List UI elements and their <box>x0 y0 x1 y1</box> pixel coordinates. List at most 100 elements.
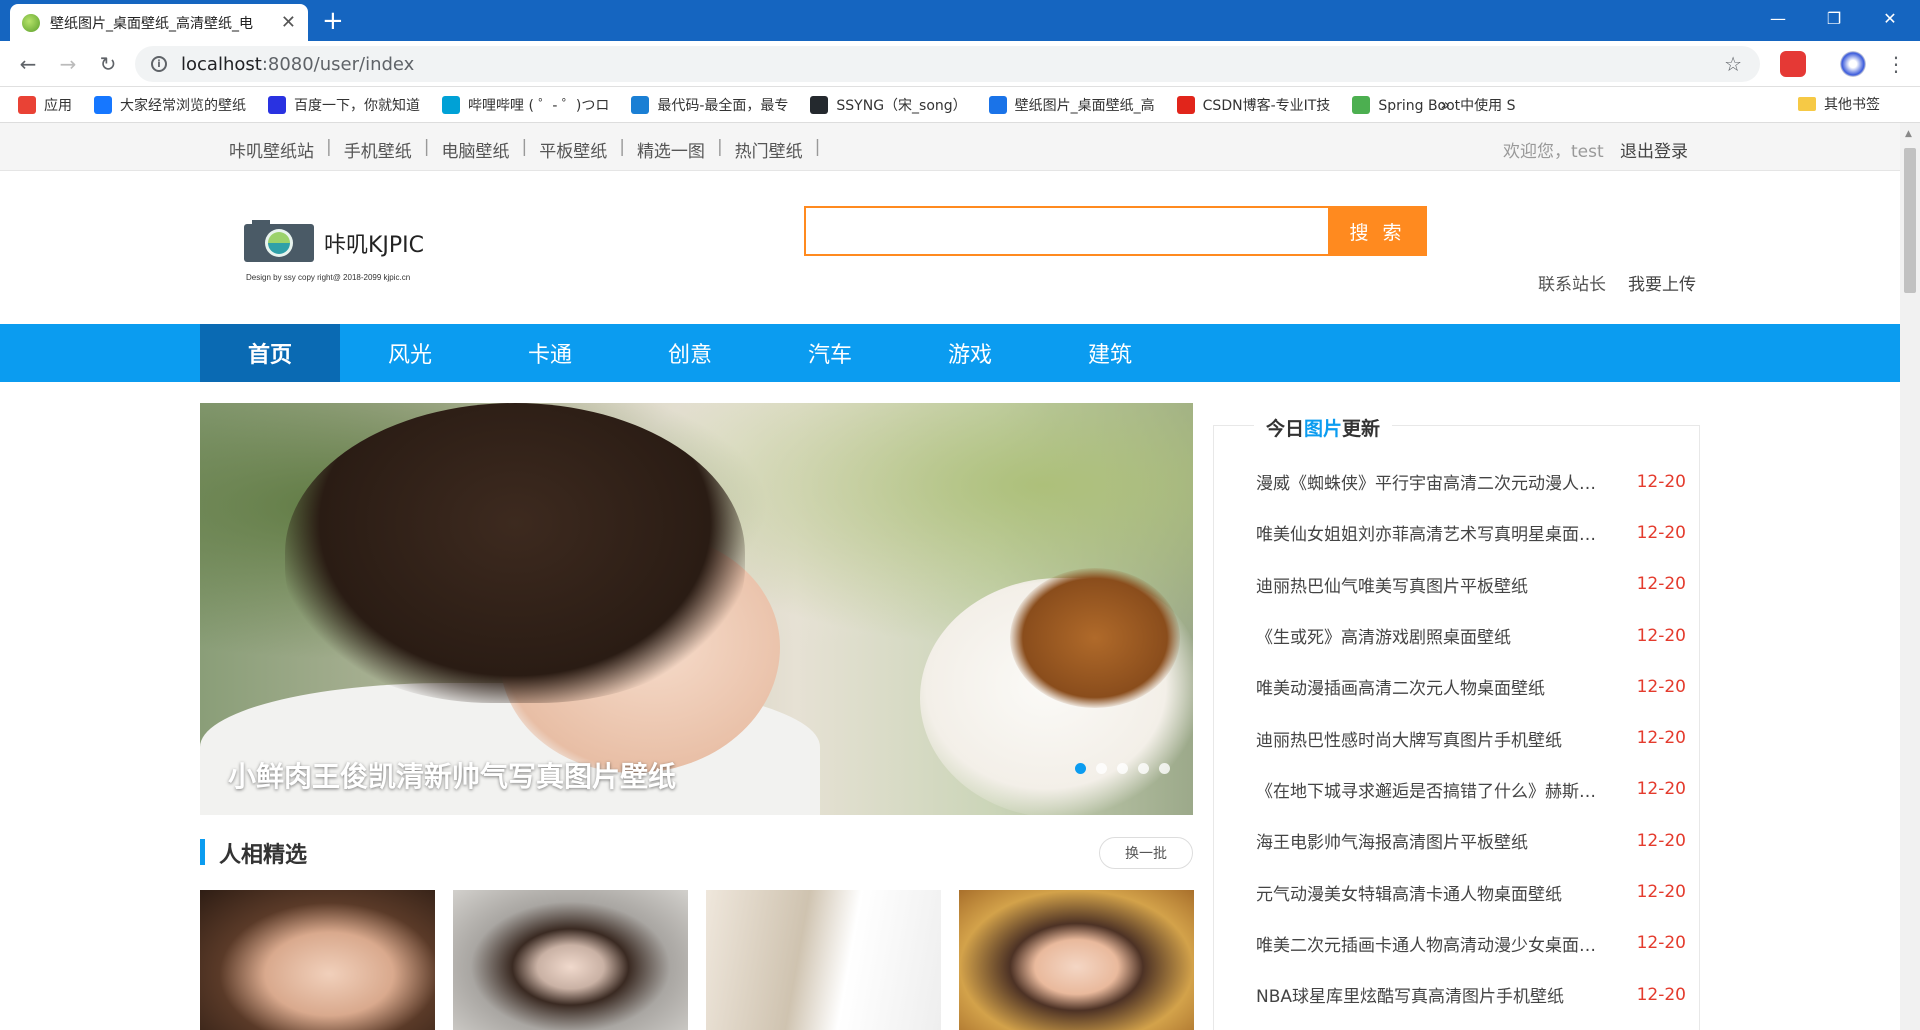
bookmarks-overflow-icon[interactable]: » <box>1440 95 1450 114</box>
carousel-caption[interactable]: 小鲜肉王俊凯清新帅气写真图片壁纸 <box>228 755 676 795</box>
update-title[interactable]: 迪丽热巴仙气唯美写真图片平板壁纸 <box>1256 572 1606 597</box>
browser-tab-strip: 壁纸图片_桌面壁纸_高清壁纸_电 ✕ + — ❐ ✕ <box>0 0 1920 41</box>
thumbnail-image[interactable] <box>200 890 435 1030</box>
contact-link[interactable]: 联系站长 <box>1538 270 1606 295</box>
update-item[interactable]: 漫威《蜘蛛侠》平行宇宙高清二次元动漫人物桌面壁纸 12-20 <box>1256 456 1686 507</box>
logout-link[interactable]: 退出登录 <box>1620 137 1688 162</box>
update-title[interactable]: 唯美动漫插画高清二次元人物桌面壁纸 <box>1256 674 1606 699</box>
update-item[interactable]: 迪丽热巴仙气唯美写真图片平板壁纸 12-20 <box>1256 559 1686 610</box>
bookmark-item[interactable]: 哔哩哔哩 ( ゜- ゜)つロ <box>442 95 609 115</box>
update-date: 12-20 <box>1636 676 1686 697</box>
site-logo[interactable]: 咔叽KJPIC Design by ssy copy right@ 2018-2… <box>244 220 479 300</box>
bookmark-favicon-icon <box>810 95 829 114</box>
site-info-icon[interactable]: i <box>151 56 167 72</box>
nav-item[interactable]: 风光 <box>340 324 480 382</box>
update-date: 12-20 <box>1636 984 1686 1005</box>
nav-item[interactable]: 首页 <box>200 324 340 382</box>
carousel-dot[interactable] <box>1096 763 1107 774</box>
url-text[interactable]: localhost:8080/user/index <box>181 54 414 75</box>
update-item[interactable]: 《在地下城寻求邂逅是否搞错了什么》赫斯缇雅壁纸 12-20 <box>1256 764 1686 815</box>
update-date: 12-20 <box>1636 728 1686 749</box>
updates-list: 漫威《蜘蛛侠》平行宇宙高清二次元动漫人物桌面壁纸 12-20 唯美仙女姐姐刘亦菲高清… <box>1256 456 1686 1020</box>
top-link[interactable]: 平板壁纸 <box>539 137 607 162</box>
close-tab-icon[interactable]: ✕ <box>281 12 296 33</box>
update-title[interactable]: NBA球星库里炫酷写真高清图片手机壁纸 <box>1256 982 1606 1007</box>
scroll-thumb[interactable] <box>1904 148 1916 293</box>
update-title[interactable]: 《在地下城寻求邂逅是否搞错了什么》赫斯缇雅壁纸 <box>1256 777 1606 802</box>
top-links: 咔叽壁纸站 | 手机壁纸 | 电脑壁纸 | 平板壁纸 | 精选一图 | 热门壁纸 | <box>229 137 832 162</box>
back-icon[interactable]: ← <box>14 50 42 78</box>
thumbnail-image[interactable] <box>453 890 688 1030</box>
bookmark-item[interactable]: 应用 <box>18 95 72 115</box>
update-title[interactable]: 漫威《蜘蛛侠》平行宇宙高清二次元动漫人物桌面壁纸 <box>1256 469 1606 494</box>
bookmark-favicon-icon <box>442 95 460 114</box>
update-date: 12-20 <box>1636 471 1686 492</box>
top-link[interactable]: 精选一图 <box>637 137 705 162</box>
new-tab-icon[interactable]: + <box>322 6 344 36</box>
nav-item[interactable]: 卡通 <box>480 324 620 382</box>
bookmark-item[interactable]: Spring Boot中使用 S <box>1352 95 1516 115</box>
update-date: 12-20 <box>1636 933 1686 954</box>
top-link[interactable]: 热门壁纸 <box>735 137 803 162</box>
browser-toolbar: ← → ↻ i localhost:8080/user/index ☆ ⋮ <box>0 41 1920 87</box>
update-date: 12-20 <box>1636 830 1686 851</box>
separator: | <box>326 137 332 157</box>
other-bookmarks[interactable]: 其他书签 <box>1798 94 1880 114</box>
thumbnail-image[interactable] <box>706 890 941 1030</box>
update-title[interactable]: 元气动漫美女特辑高清卡通人物桌面壁纸 <box>1256 880 1606 905</box>
update-title[interactable]: 唯美二次元插画卡通人物高清动漫少女桌面壁纸 <box>1256 931 1606 956</box>
vertical-scrollbar[interactable]: ▲ <box>1900 123 1920 1030</box>
update-item[interactable]: 唯美仙女姐姐刘亦菲高清艺术写真明星桌面壁纸 12-20 <box>1256 507 1686 558</box>
address-bar[interactable]: i localhost:8080/user/index ☆ <box>135 46 1760 82</box>
scroll-up-icon[interactable]: ▲ <box>1905 129 1912 139</box>
top-link[interactable]: 手机壁纸 <box>344 137 412 162</box>
bookmark-item[interactable]: 百度一下，你就知道 <box>268 95 420 115</box>
forward-icon[interactable]: → <box>54 50 82 78</box>
carousel-dot[interactable] <box>1159 763 1170 774</box>
update-title[interactable]: 海王电影帅气海报高清图片平板壁纸 <box>1256 828 1606 853</box>
reload-icon[interactable]: ↻ <box>94 50 122 78</box>
bookmark-item[interactable]: SSYNG（宋_song） <box>810 95 967 115</box>
refresh-button[interactable]: 换一批 <box>1099 837 1193 869</box>
search-button[interactable]: 搜 索 <box>1328 206 1427 256</box>
carousel-dot[interactable] <box>1117 763 1128 774</box>
update-title[interactable]: 迪丽热巴性感时尚大牌写真图片手机壁纸 <box>1256 726 1606 751</box>
separator: | <box>716 137 723 157</box>
update-title[interactable]: 《生或死》高清游戏剧照桌面壁纸 <box>1256 623 1606 648</box>
banner-carousel[interactable]: 小鲜肉王俊凯清新帅气写真图片壁纸 <box>200 403 1193 815</box>
separator: | <box>619 137 625 157</box>
bookmark-item[interactable]: 壁纸图片_桌面壁纸_高 <box>988 95 1155 115</box>
menu-icon[interactable]: ⋮ <box>1882 50 1910 78</box>
nav-item[interactable]: 游戏 <box>900 324 1040 382</box>
nav-item[interactable]: 建筑 <box>1040 324 1180 382</box>
top-link[interactable]: 咔叽壁纸站 <box>229 137 314 162</box>
update-item[interactable]: 唯美二次元插画卡通人物高清动漫少女桌面壁纸 12-20 <box>1256 918 1686 969</box>
nav-item[interactable]: 创意 <box>620 324 760 382</box>
update-title[interactable]: 唯美仙女姐姐刘亦菲高清艺术写真明星桌面壁纸 <box>1256 520 1606 545</box>
upload-link[interactable]: 我要上传 <box>1628 270 1696 295</box>
carousel-dot[interactable] <box>1075 763 1086 774</box>
search-input[interactable] <box>804 206 1328 256</box>
bookmark-item[interactable]: 大家经常浏览的壁纸 <box>94 95 246 115</box>
browser-tab-active[interactable]: 壁纸图片_桌面壁纸_高清壁纸_电 ✕ <box>10 4 308 41</box>
close-window-icon[interactable]: ✕ <box>1864 0 1916 37</box>
update-item[interactable]: 《生或死》高清游戏剧照桌面壁纸 12-20 <box>1256 610 1686 661</box>
bookmark-star-icon[interactable]: ☆ <box>1724 52 1742 76</box>
profile-avatar[interactable] <box>1840 51 1866 77</box>
update-item[interactable]: NBA球星库里炫酷写真高清图片手机壁纸 12-20 <box>1256 969 1686 1020</box>
portrait-section-header: 人相精选 换一批 <box>200 837 1193 869</box>
bookmark-item[interactable]: 最代码-最全面，最专 <box>631 95 788 115</box>
update-item[interactable]: 迪丽热巴性感时尚大牌写真图片手机壁纸 12-20 <box>1256 712 1686 763</box>
carousel-dot[interactable] <box>1138 763 1149 774</box>
search-form: 搜 索 <box>804 206 1427 256</box>
top-link[interactable]: 电脑壁纸 <box>441 137 509 162</box>
restore-icon[interactable]: ❐ <box>1808 0 1860 37</box>
extension-icon[interactable] <box>1780 51 1806 77</box>
update-item[interactable]: 海王电影帅气海报高清图片平板壁纸 12-20 <box>1256 815 1686 866</box>
update-item[interactable]: 唯美动漫插画高清二次元人物桌面壁纸 12-20 <box>1256 661 1686 712</box>
thumbnail-image[interactable] <box>959 890 1194 1030</box>
update-item[interactable]: 元气动漫美女特辑高清卡通人物桌面壁纸 12-20 <box>1256 866 1686 917</box>
nav-item[interactable]: 汽车 <box>760 324 900 382</box>
bookmark-item[interactable]: CSDN博客-专业IT技 <box>1176 95 1330 115</box>
minimize-icon[interactable]: — <box>1752 0 1804 37</box>
